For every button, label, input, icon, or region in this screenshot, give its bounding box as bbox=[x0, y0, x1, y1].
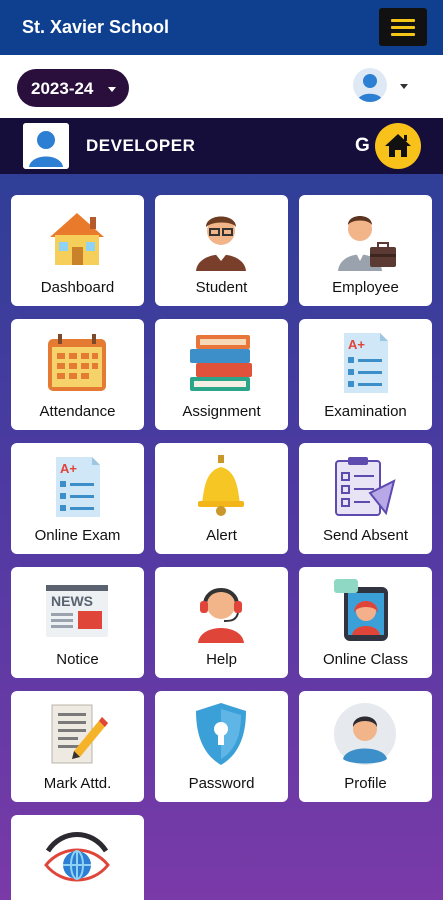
tile-assignment[interactable]: Assignment bbox=[155, 319, 288, 430]
user-avatar-icon bbox=[23, 123, 69, 169]
employee-icon bbox=[338, 216, 396, 271]
tile-profile[interactable]: Profile bbox=[299, 691, 432, 802]
tile-notice[interactable]: NEWS Notice bbox=[11, 567, 144, 678]
calendar-icon bbox=[48, 334, 106, 391]
send-absent-icon bbox=[335, 457, 396, 516]
g-badge: G bbox=[355, 135, 370, 156]
online-exam-icon: A+ bbox=[56, 457, 100, 517]
user-bar: DEVELOPER G bbox=[0, 118, 443, 174]
app-title: St. Xavier School bbox=[22, 17, 170, 37]
profile-icon bbox=[334, 703, 396, 765]
tile-label: Password bbox=[188, 775, 255, 792]
tile-label: Notice bbox=[56, 651, 99, 668]
tile-eye-globe[interactable] bbox=[11, 815, 144, 900]
account-avatar-icon[interactable] bbox=[353, 68, 387, 102]
tile-label: Employee bbox=[332, 279, 399, 296]
tile-label: Dashboard bbox=[40, 279, 115, 296]
books-icon bbox=[190, 335, 252, 391]
newspaper-icon: NEWS bbox=[46, 585, 108, 637]
session-year-value: 2023-24 bbox=[31, 79, 94, 98]
tile-label: Mark Attd. bbox=[43, 775, 112, 792]
tile-label: Examination bbox=[324, 403, 407, 420]
hamburger-icon bbox=[391, 26, 415, 29]
tile-employee[interactable]: Employee bbox=[299, 195, 432, 306]
tile-help[interactable]: Help bbox=[155, 567, 288, 678]
home-icon bbox=[385, 134, 411, 157]
tile-send-absent[interactable]: Send Absent bbox=[299, 443, 432, 554]
exam-sheet-icon: A+ bbox=[344, 333, 388, 393]
tile-label: Online Class bbox=[322, 651, 409, 668]
menu-button[interactable] bbox=[379, 8, 427, 46]
app-bar: St. Xavier School bbox=[0, 0, 443, 55]
headset-icon bbox=[198, 588, 244, 643]
tile-dashboard[interactable]: Dashboard bbox=[11, 195, 144, 306]
tile-label: Profile bbox=[344, 775, 387, 792]
tile-mark-attendance[interactable]: Mark Attd. bbox=[11, 691, 144, 802]
house-icon bbox=[50, 213, 104, 265]
svg-text:NEWS: NEWS bbox=[51, 593, 93, 609]
bell-icon bbox=[198, 455, 244, 516]
tile-online-exam[interactable]: A+ Online Exam bbox=[11, 443, 144, 554]
tile-password[interactable]: Password bbox=[155, 691, 288, 802]
shield-keyhole-icon bbox=[196, 703, 246, 765]
session-bar: 2023-24 bbox=[0, 55, 443, 118]
tile-label: Help bbox=[206, 651, 237, 668]
tile-student[interactable]: Student bbox=[155, 195, 288, 306]
svg-text:A+: A+ bbox=[60, 461, 77, 476]
chevron-down-icon bbox=[108, 87, 116, 92]
tile-label: Student bbox=[195, 279, 248, 296]
tile-examination[interactable]: A+ Examination bbox=[299, 319, 432, 430]
svg-text:A+: A+ bbox=[348, 337, 365, 352]
account-menu-caret-icon[interactable] bbox=[400, 84, 408, 89]
user-name: DEVELOPER bbox=[86, 136, 196, 155]
tile-label: Attendance bbox=[39, 403, 116, 420]
hamburger-icon bbox=[391, 19, 415, 22]
student-icon bbox=[196, 216, 246, 271]
tile-online-class[interactable]: Online Class bbox=[299, 567, 432, 678]
tile-attendance[interactable]: Attendance bbox=[11, 319, 144, 430]
video-call-icon bbox=[334, 579, 388, 641]
eye-globe-icon bbox=[44, 832, 110, 882]
tile-label: Assignment bbox=[182, 403, 261, 420]
session-year-dropdown[interactable]: 2023-24 bbox=[17, 69, 129, 107]
hamburger-icon bbox=[391, 33, 415, 36]
menu-grid: Dashboard Student Employee Attendance As… bbox=[0, 174, 443, 900]
pencil-document-icon bbox=[51, 704, 108, 764]
tile-label: Online Exam bbox=[34, 527, 121, 544]
tile-label: Send Absent bbox=[322, 527, 409, 544]
tile-label: Alert bbox=[206, 527, 237, 544]
tile-alert[interactable]: Alert bbox=[155, 443, 288, 554]
home-button[interactable] bbox=[375, 123, 421, 169]
